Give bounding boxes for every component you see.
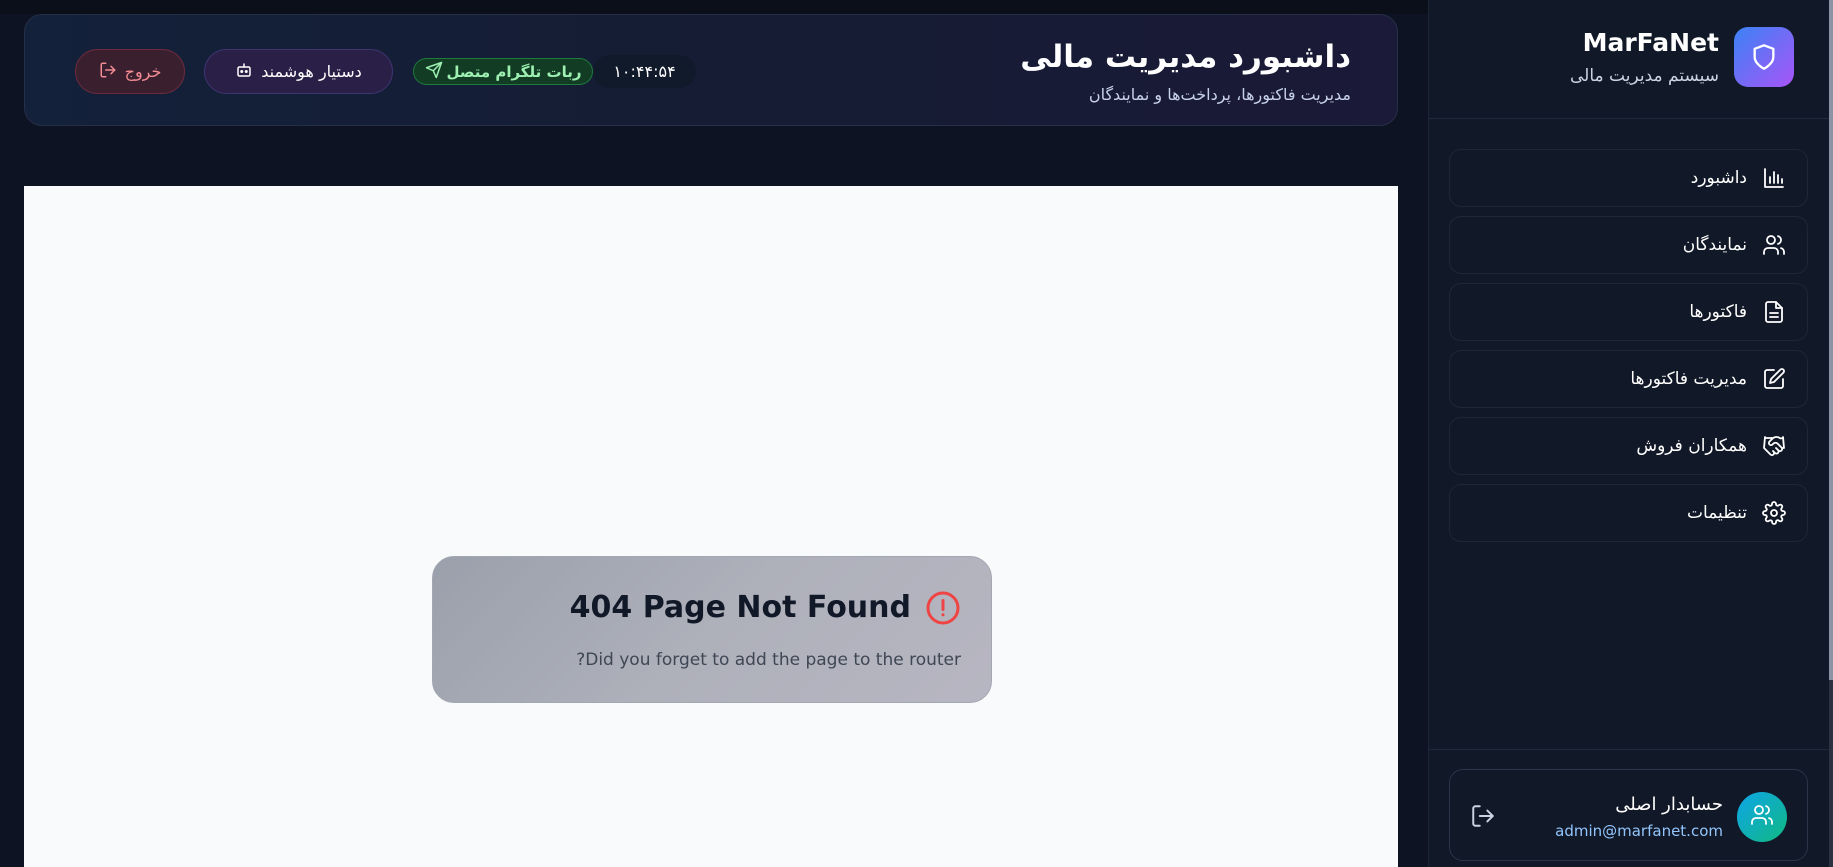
edit-icon [1761,366,1787,392]
sidebar-item-representatives[interactable]: نمایندگان [1449,216,1808,274]
sidebar-item-label: فاکتورها [1689,302,1747,322]
brand-tagline: سیستم مدیریت مالی [1570,66,1719,86]
app-header: داشبورد مدیریت مالی مدیریت فاکتورها، پرد… [24,14,1398,126]
avatar [1737,792,1787,842]
ai-assistant-button[interactable]: دستیار هوشمند [204,49,393,94]
not-found-title: 404 Page Not Found [569,590,911,625]
sidebar: MarFaNet سیستم مدیریت مالی داشبورد نماین… [1428,0,1830,867]
bar-chart-icon [1761,165,1787,191]
page-subtitle: مدیریت فاکتورها، پرداخت‌ها و نمایندگان [1088,85,1351,104]
sidebar-item-invoice-management[interactable]: مدیریت فاکتورها [1449,350,1808,408]
not-found-card: 404 Page Not Found Did you forget to add… [432,556,992,703]
sidebar-item-label: تنظیمات [1687,503,1747,523]
user-email: admin@marfanet.com [1555,822,1723,840]
assistant-label: دستیار هوشمند [261,62,362,81]
user-name: حسابدار اصلی [1615,794,1723,815]
alert-circle-icon [925,590,961,626]
file-text-icon [1761,299,1787,325]
sidebar-item-label: نمایندگان [1682,235,1747,255]
gear-icon [1761,500,1787,526]
log-out-icon [99,61,117,83]
main-content: 404 Page Not Found Did you forget to add… [24,186,1398,867]
sidebar-item-settings[interactable]: تنظیمات [1449,484,1808,542]
brand-name: MarFaNet [1582,28,1719,57]
users-icon [1750,803,1774,831]
user-profile-card: حسابدار اصلی admin@marfanet.com [1449,769,1808,861]
scrollbar-thumb[interactable] [1829,0,1833,680]
top-strip [0,0,1428,14]
clock: ۱۰:۴۴:۵۴ [593,55,696,88]
bot-icon [235,61,253,83]
sidebar-item-label: همکاران فروش [1636,436,1747,456]
telegram-status-badge: ربات تلگرام متصل [413,58,593,85]
logout-label: خروج [124,62,162,81]
sidebar-divider [1429,749,1830,750]
shield-icon [1734,27,1794,87]
telegram-status-label: ربات تلگرام متصل [446,62,582,81]
sidebar-nav: داشبورد نمایندگان فاکتورها مدیریت فاکتور… [1449,149,1808,551]
handshake-icon [1761,433,1787,459]
page-title: داشبورد مدیریت مالی [1020,39,1351,75]
sidebar-item-label: داشبورد [1690,168,1747,188]
sidebar-item-label: مدیریت فاکتورها [1630,369,1747,389]
sidebar-divider [1429,118,1830,119]
users-icon [1761,232,1787,258]
not-found-message: Did you forget to add the page to the ro… [576,650,961,670]
sidebar-item-invoices[interactable]: فاکتورها [1449,283,1808,341]
sidebar-item-dashboard[interactable]: داشبورد [1449,149,1808,207]
log-out-icon[interactable] [1470,803,1496,829]
sidebar-item-sales-partners[interactable]: همکاران فروش [1449,417,1808,475]
send-icon [425,61,443,83]
logout-button[interactable]: خروج [75,49,185,94]
